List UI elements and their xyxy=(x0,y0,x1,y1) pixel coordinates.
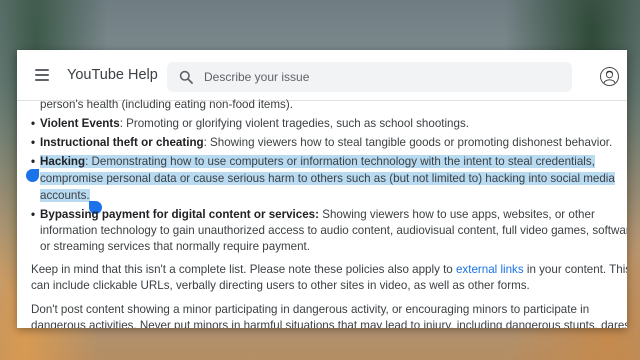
list-item-title: Violent Events xyxy=(40,117,120,130)
top-bar: YouTube Help Describe your issue xyxy=(17,50,627,101)
paragraph: Keep in mind that this isn't a complete … xyxy=(31,262,627,278)
policy-content: person's health (including eating non-fo… xyxy=(17,98,627,328)
bullet-icon: • xyxy=(31,155,36,168)
search-input[interactable]: Describe your issue xyxy=(167,62,572,92)
list-item-continuation: or streaming services that normally requ… xyxy=(40,240,310,253)
list-item-text: : Showing viewers how to steal tangible … xyxy=(203,136,613,149)
highlighted-text: compromise personal data or cause seriou… xyxy=(40,172,615,185)
list-item[interactable]: Hacking: Demonstrating how to use comput… xyxy=(40,154,595,170)
list-item-title: payment for digital content or services: xyxy=(101,208,319,221)
avatar[interactable] xyxy=(600,67,619,86)
help-page: YouTube Help Describe your issue person'… xyxy=(17,50,627,328)
bullet-icon: • xyxy=(31,208,36,221)
highlighted-text: accounts. xyxy=(40,189,90,202)
list-item-continuation[interactable]: compromise personal data or cause seriou… xyxy=(40,171,615,187)
list-item: Violent Events: Promoting or glorifying … xyxy=(40,116,469,132)
paragraph-text: in your content. This xyxy=(523,263,627,276)
list-item-text: Showing viewers how to use apps, website… xyxy=(319,208,595,221)
search-placeholder: Describe your issue xyxy=(204,70,310,84)
list-item-text: : Promoting or glorifying violent traged… xyxy=(119,117,469,130)
selection-start-handle[interactable] xyxy=(26,169,39,182)
app-title[interactable]: YouTube Help xyxy=(67,67,158,83)
top-fragment: person's health (including eating non-fo… xyxy=(40,98,293,111)
menu-icon[interactable] xyxy=(35,69,49,81)
list-item-continuation[interactable]: accounts. xyxy=(40,188,90,204)
paragraph: Don't post content showing a minor parti… xyxy=(31,303,590,316)
list-item-continuation: information technology to gain unauthori… xyxy=(40,224,627,237)
list-item: Bypassing payment for digital content or… xyxy=(40,207,595,223)
paragraph-continuation: dangerous activities. Never put minors i… xyxy=(31,319,627,328)
paragraph-continuation: can include clickable URLs, verbally dir… xyxy=(31,279,530,292)
bullet-icon: • xyxy=(31,117,36,130)
list-item-title: Bypassing xyxy=(40,208,99,221)
bullet-icon: • xyxy=(31,136,36,149)
list-item-title: Instructional theft or cheating xyxy=(40,136,204,149)
search-icon xyxy=(179,70,193,84)
paragraph-text: Keep in mind that this isn't a complete … xyxy=(31,263,456,276)
external-links-link[interactable]: external links xyxy=(456,263,524,276)
list-item-title: Hacking xyxy=(40,155,86,168)
list-item: Instructional theft or cheating: Showing… xyxy=(40,135,612,151)
list-item-text: : Demonstrating how to use computers or … xyxy=(85,155,595,168)
